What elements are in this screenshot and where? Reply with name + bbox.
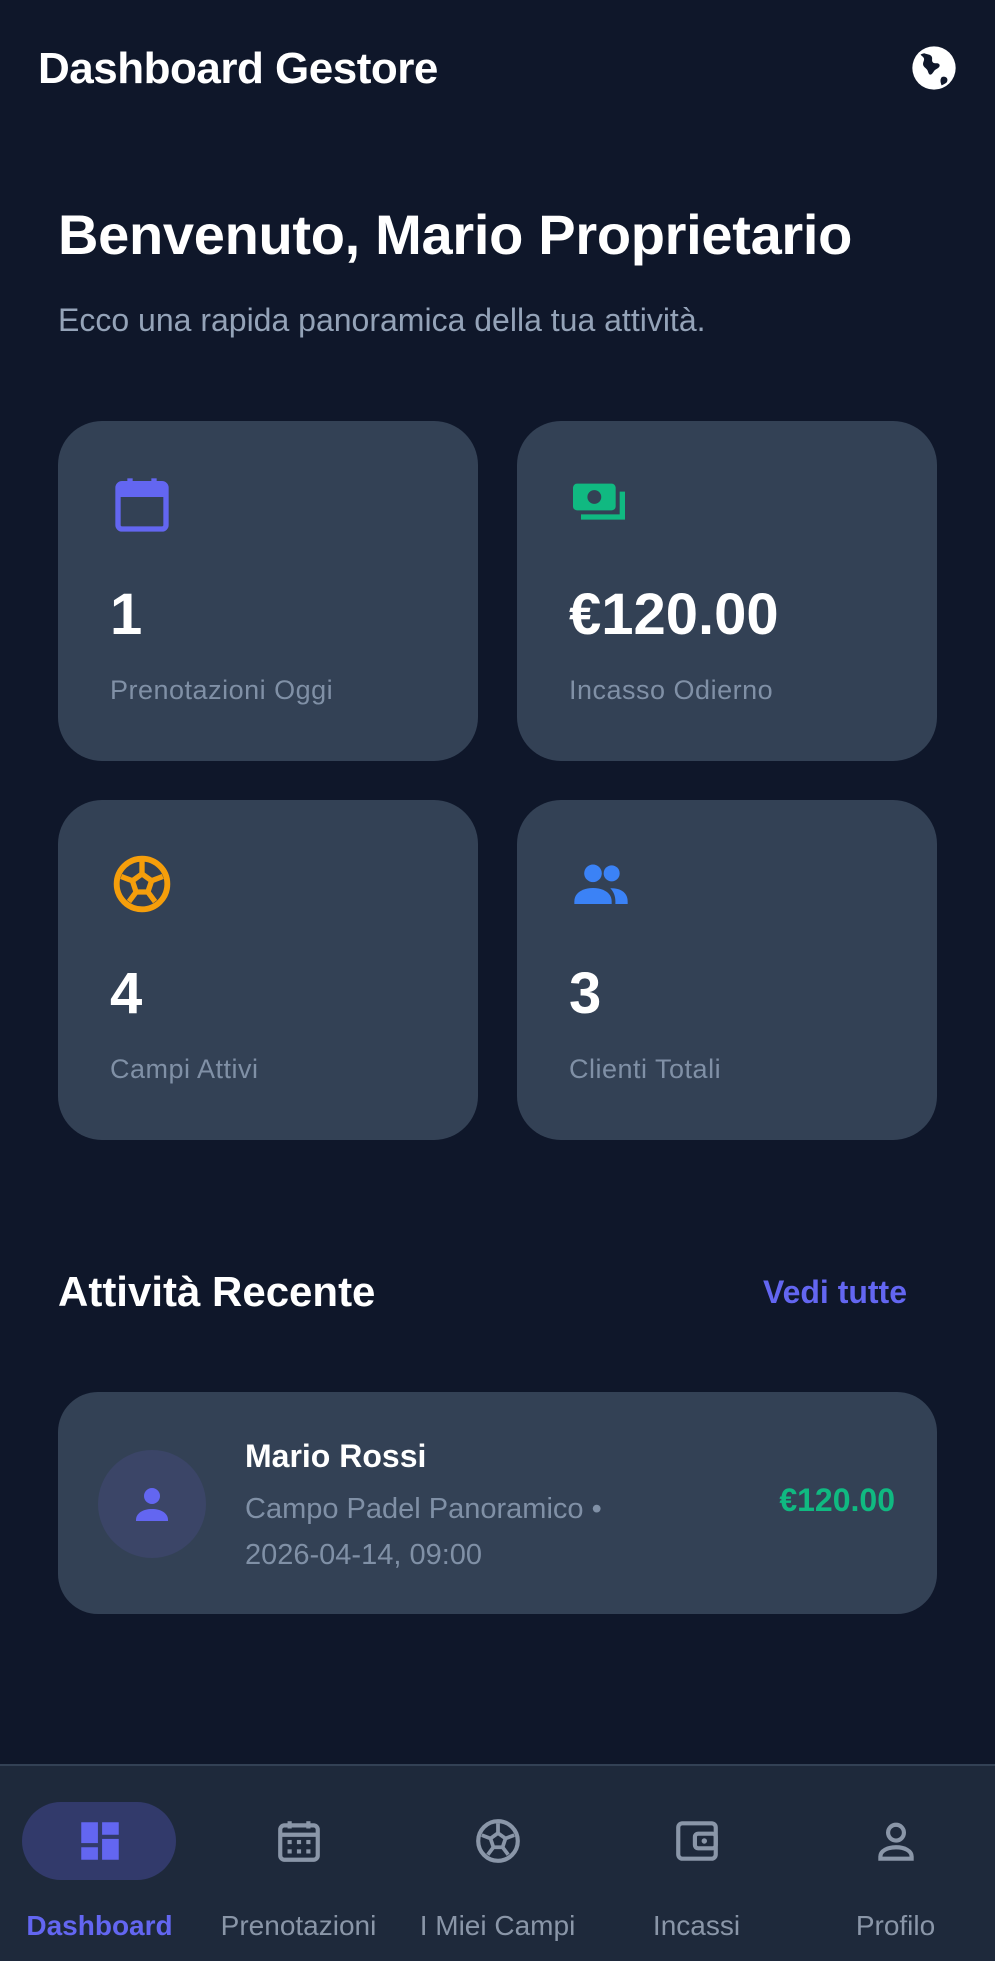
avatar — [98, 1450, 206, 1558]
stat-card-bookings[interactable]: 1 Prenotazioni Oggi — [58, 421, 478, 761]
activity-name: Mario Rossi — [245, 1438, 427, 1474]
dashboard-icon — [75, 1816, 125, 1866]
stat-value: €120.00 — [569, 582, 779, 647]
nav-item-incassi[interactable]: Incassi — [597, 1766, 796, 1961]
nav-item-campi[interactable]: I Miei Campi — [398, 1766, 597, 1961]
calendar-icon — [274, 1816, 324, 1866]
nav-label: I Miei Campi — [419, 1910, 576, 1941]
stat-label: Prenotazioni Oggi — [110, 675, 334, 705]
money-icon — [569, 473, 633, 537]
nav-label: Prenotazioni — [220, 1910, 377, 1941]
activity-detail: Campo Padel Panoramico • 2026-04-14, 09:… — [245, 1493, 602, 1571]
nav-label: Dashboard — [26, 1910, 173, 1941]
stat-value: 3 — [569, 961, 602, 1026]
stat-label: Clienti Totali — [569, 1054, 722, 1084]
see-all-link[interactable]: Vedi tutte — [763, 1274, 907, 1311]
nav-label: Profilo — [855, 1910, 936, 1941]
stat-value: 4 — [110, 961, 143, 1026]
group-icon — [569, 852, 633, 916]
app-bar: Dashboard Gestore — [0, 0, 995, 140]
nav-label: Incassi — [652, 1910, 741, 1941]
soccer-ball-icon — [473, 1816, 523, 1866]
bottom-navigation: Dashboard Prenotazioni I Miei Campi Inca… — [0, 1764, 995, 1961]
activity-item[interactable]: Mario Rossi Campo Padel Panoramico • 202… — [58, 1392, 937, 1614]
wallet-icon — [672, 1816, 722, 1866]
stat-card-clients[interactable]: 3 Clienti Totali — [517, 800, 937, 1140]
stat-card-revenue[interactable]: €120.00 Incasso Odierno — [517, 421, 937, 761]
welcome-subtitle: Ecco una rapida panoramica della tua att… — [58, 302, 706, 338]
welcome-title: Benvenuto, Mario Proprietario — [58, 203, 853, 266]
recent-activity-title: Attività Recente — [58, 1268, 376, 1315]
person-icon — [871, 1816, 921, 1866]
nav-item-profilo[interactable]: Profilo — [796, 1766, 995, 1961]
calendar-icon — [110, 473, 174, 537]
activity-amount: €120.00 — [779, 1482, 895, 1518]
person-icon — [136, 1488, 168, 1521]
stat-label: Incasso Odierno — [569, 675, 774, 705]
nav-item-dashboard[interactable]: Dashboard — [0, 1766, 199, 1961]
stat-card-fields[interactable]: 4 Campi Attivi — [58, 800, 478, 1140]
globe-icon[interactable] — [908, 42, 960, 94]
app-title: Dashboard Gestore — [38, 44, 438, 93]
stat-label: Campi Attivi — [110, 1054, 259, 1084]
stat-value: 1 — [110, 582, 143, 647]
nav-item-prenotazioni[interactable]: Prenotazioni — [199, 1766, 398, 1961]
soccer-ball-icon — [110, 852, 174, 916]
